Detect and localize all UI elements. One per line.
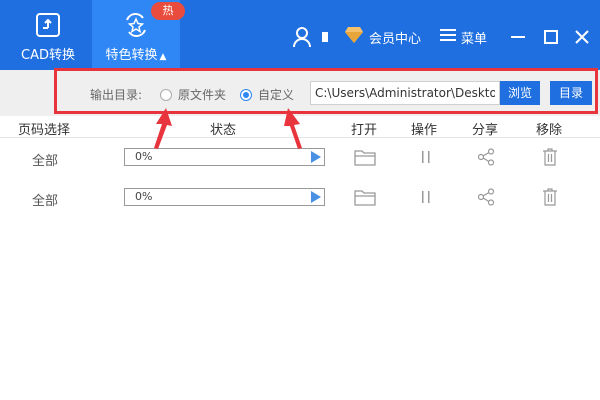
table-header (0, 116, 600, 138)
share-icon[interactable] (474, 146, 498, 168)
pause-icon[interactable] (414, 146, 438, 168)
radio-custom-indicator[interactable] (240, 88, 252, 101)
user-icon[interactable] (292, 24, 312, 50)
pause-icon[interactable] (414, 186, 438, 208)
tab-feature-convert-label: 特色转换 ▲ (105, 48, 167, 63)
diamond-icon (344, 26, 364, 48)
vip-center-label: 会员中心 (369, 31, 422, 47)
tab-cad-convert[interactable]: CAD转换 (14, 0, 82, 70)
progress-bar: 0% (124, 148, 325, 166)
trash-icon[interactable] (538, 146, 562, 168)
share-icon[interactable] (474, 186, 498, 208)
output-path-input[interactable] (310, 81, 500, 105)
radio-original-folder[interactable]: 原文件夹 (160, 86, 226, 103)
table-row: 全部 0% (0, 138, 600, 178)
minimize-button[interactable] (508, 26, 528, 48)
open-directory-button[interactable]: 目录 (550, 81, 592, 105)
header-open: 打开 (351, 123, 378, 138)
trash-icon[interactable] (538, 186, 562, 208)
maximize-icon (544, 30, 558, 44)
play-icon[interactable] (311, 191, 321, 203)
header-operation: 操作 (411, 123, 438, 138)
cad-convert-icon (35, 12, 61, 38)
header-remove: 移除 (536, 123, 563, 138)
radio-original-indicator[interactable] (160, 88, 172, 101)
page-select-cell[interactable]: 全部 (32, 190, 58, 209)
radio-custom-folder[interactable]: 自定义 (240, 86, 294, 103)
minimize-icon (511, 36, 525, 38)
user-status-indicator (322, 32, 328, 42)
close-button[interactable] (572, 26, 592, 48)
page-select-cell[interactable]: 全部 (32, 150, 58, 169)
output-directory-label: 输出目录: (90, 88, 143, 102)
tab-cad-convert-label: CAD转换 (21, 48, 75, 63)
radio-custom-label: 自定义 (258, 88, 295, 102)
progress-text: 0% (135, 150, 153, 163)
menu-icon (440, 28, 456, 46)
table-row: 全部 0% (0, 178, 600, 218)
browse-button[interactable]: 浏览 (500, 81, 540, 105)
header-status: 状态 (210, 123, 237, 138)
header-page-select: 页码选择 (18, 123, 71, 138)
hot-badge: 热 (151, 2, 185, 20)
menu-button[interactable]: 菜单 (440, 24, 487, 50)
progress-bar: 0% (124, 188, 325, 206)
progress-text: 0% (135, 190, 153, 203)
folder-icon[interactable] (353, 146, 377, 168)
feature-convert-icon (123, 12, 149, 38)
menu-label: 菜单 (461, 31, 488, 47)
maximize-button[interactable] (541, 26, 561, 48)
header-share: 分享 (472, 123, 499, 138)
close-icon (575, 30, 589, 44)
vip-center-button[interactable]: 会员中心 (344, 24, 421, 50)
folder-icon[interactable] (353, 186, 377, 208)
triangle-up-icon: ▲ (159, 52, 167, 62)
radio-original-label: 原文件夹 (178, 88, 227, 102)
play-icon[interactable] (311, 151, 321, 163)
